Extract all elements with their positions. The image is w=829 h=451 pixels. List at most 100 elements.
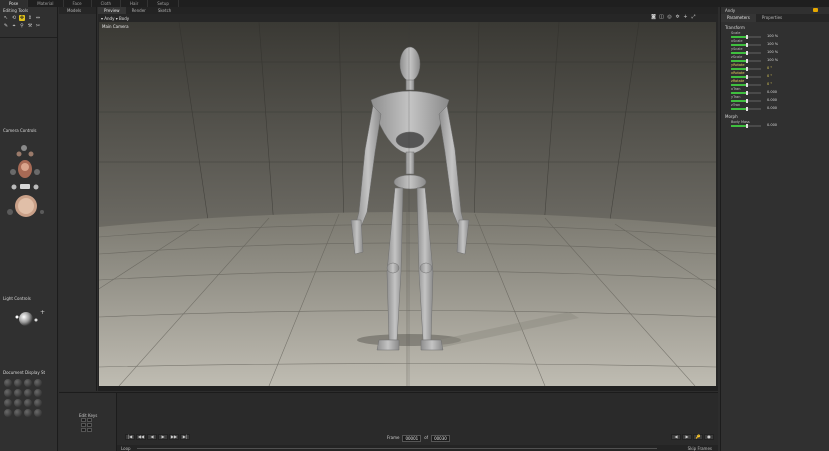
display-style-icon[interactable]: [14, 389, 22, 397]
parameter-value[interactable]: 0.000: [767, 98, 777, 102]
slider-knob[interactable]: [746, 124, 748, 128]
display-style-icon[interactable]: [34, 399, 42, 407]
parameter-dial[interactable]: Scale 100 %: [721, 31, 829, 39]
parameter-value[interactable]: 100 %: [767, 42, 778, 46]
morph-brush-icon[interactable]: ✎: [3, 23, 9, 29]
view-magnifier-icon[interactable]: ⚲: [19, 23, 25, 29]
parameter-value[interactable]: 100 %: [767, 34, 778, 38]
display-style-icon[interactable]: [4, 389, 12, 397]
display-style-icon[interactable]: [24, 379, 32, 387]
parameter-slider[interactable]: [731, 43, 761, 47]
slider-knob[interactable]: [746, 107, 748, 111]
skip-frames-toggle[interactable]: Skip Frames: [688, 446, 712, 451]
display-style-icon[interactable]: [24, 399, 32, 407]
key-button[interactable]: [87, 428, 92, 432]
camera-icon[interactable]: ◙: [651, 15, 656, 20]
current-frame-field[interactable]: 00001: [402, 435, 422, 442]
parameter-dial[interactable]: yTran 0.000: [721, 95, 829, 103]
plus-icon[interactable]: +: [683, 15, 688, 20]
parameter-slider[interactable]: [731, 99, 761, 103]
parameter-slider[interactable]: [731, 124, 761, 128]
window-badge-icon[interactable]: [813, 8, 818, 12]
parameter-dial[interactable]: yRotate 0 °: [721, 63, 829, 71]
scale-icon[interactable]: ⇕: [27, 15, 33, 21]
parameter-dial[interactable]: yScale 100 %: [721, 47, 829, 55]
translate-icon[interactable]: ✥: [19, 15, 25, 21]
tab-sketch[interactable]: Sketch: [152, 7, 177, 14]
display-style-icon[interactable]: [34, 409, 42, 417]
rotate-icon[interactable]: ⟲: [11, 15, 17, 21]
tab-cloth[interactable]: Cloth: [92, 0, 122, 7]
viewport-canvas[interactable]: Main Camera: [99, 22, 716, 386]
tab-hair[interactable]: Hair: [121, 0, 149, 7]
loop-toggle[interactable]: Loop: [121, 446, 131, 451]
display-icon[interactable]: ◎: [667, 15, 672, 20]
key-button[interactable]: [81, 428, 86, 432]
tab-parameters[interactable]: Parameters: [721, 14, 756, 22]
parameter-slider[interactable]: [731, 107, 761, 111]
parameter-slider[interactable]: [731, 75, 761, 79]
parameter-dial[interactable]: Body Mass 0.000: [721, 120, 829, 128]
display-style-icon[interactable]: [4, 379, 12, 387]
scene-render[interactable]: [99, 22, 716, 386]
fast-forward-icon[interactable]: ▶▶: [169, 434, 179, 440]
parameter-slider[interactable]: [731, 83, 761, 87]
light-controls-widget[interactable]: +: [0, 302, 58, 332]
parameter-dial[interactable]: zRotate 0 °: [721, 79, 829, 87]
parameter-value[interactable]: 0.000: [767, 106, 777, 110]
parameter-value[interactable]: 0 °: [767, 66, 772, 70]
last-frame-icon[interactable]: ▶|: [180, 434, 190, 440]
grouping-icon[interactable]: ⚒: [27, 23, 33, 29]
parameter-dial[interactable]: xRotate 0 °: [721, 71, 829, 79]
camera-controls-widget[interactable]: [0, 134, 58, 224]
tab-pose[interactable]: Pose: [0, 0, 29, 7]
total-frames-field[interactable]: 00030: [431, 435, 450, 442]
step-back-icon[interactable]: ◀: [147, 434, 157, 440]
timeline-track[interactable]: [137, 448, 657, 449]
display-style-icon[interactable]: [34, 379, 42, 387]
parameter-dial[interactable]: zTran 0.000: [721, 103, 829, 111]
parameter-value[interactable]: 100 %: [767, 50, 778, 54]
display-style-icon[interactable]: [24, 389, 32, 397]
parameter-dial[interactable]: xScale 100 %: [721, 39, 829, 47]
key-button[interactable]: [81, 423, 86, 427]
record-icon[interactable]: ●: [704, 434, 714, 440]
expand-icon[interactable]: ⤢: [691, 15, 696, 20]
taper-icon[interactable]: ⇔: [35, 15, 41, 21]
key-icon[interactable]: 🔑: [693, 434, 703, 440]
display-style-icon[interactable]: [14, 409, 22, 417]
parameter-slider[interactable]: [731, 35, 761, 39]
tab-render[interactable]: Render: [126, 7, 152, 14]
parameter-slider[interactable]: [731, 67, 761, 71]
actor-label[interactable]: Andy: [725, 8, 735, 13]
tab-properties[interactable]: Properties: [756, 14, 788, 22]
first-frame-icon[interactable]: |◀: [125, 434, 135, 440]
tab-material[interactable]: Material: [28, 0, 64, 7]
next-key-icon[interactable]: ▶: [682, 434, 692, 440]
display-style-icon[interactable]: [4, 409, 12, 417]
parameter-value[interactable]: 0.000: [767, 123, 777, 127]
key-button[interactable]: [87, 423, 92, 427]
render-icon[interactable]: ◫: [659, 15, 664, 20]
parameter-value[interactable]: 0.000: [767, 90, 777, 94]
display-style-icon[interactable]: [24, 409, 32, 417]
figure-selector[interactable]: ▾ Andy ▾ Body: [101, 16, 129, 21]
display-style-icon[interactable]: [14, 379, 22, 387]
edit-keys-buttons[interactable]: [81, 418, 92, 432]
key-button[interactable]: [81, 418, 86, 422]
chain-break-icon[interactable]: ✂: [35, 23, 41, 29]
play-icon[interactable]: ▶: [158, 434, 168, 440]
display-style-icon[interactable]: [34, 389, 42, 397]
display-style-icon[interactable]: [14, 399, 22, 407]
direct-manipulation-icon[interactable]: ⌖: [11, 23, 17, 29]
parameter-slider[interactable]: [731, 91, 761, 95]
gear-icon[interactable]: ✲: [675, 15, 680, 20]
parameter-slider[interactable]: [731, 59, 761, 63]
prev-key-icon[interactable]: ◀: [671, 434, 681, 440]
parameter-dial[interactable]: zScale 100 %: [721, 55, 829, 63]
parameter-slider[interactable]: [731, 51, 761, 55]
tab-setup[interactable]: Setup: [148, 0, 179, 7]
parameter-value[interactable]: 0 °: [767, 74, 772, 78]
parameter-value[interactable]: 0 °: [767, 82, 772, 86]
parameter-value[interactable]: 100 %: [767, 58, 778, 62]
